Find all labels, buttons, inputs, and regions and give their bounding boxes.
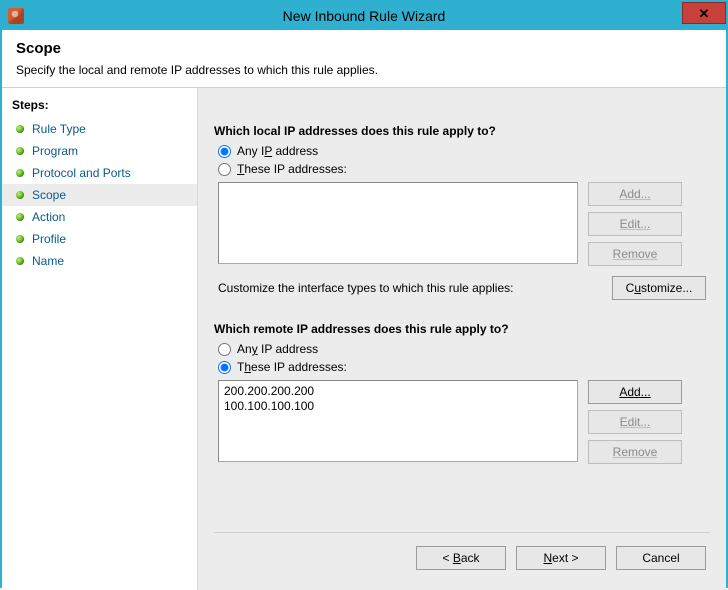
local-add-button[interactable]: Add... (588, 182, 682, 206)
step-protocol-and-ports[interactable]: Protocol and Ports (2, 162, 197, 184)
step-rule-type[interactable]: Rule Type (2, 118, 197, 140)
customize-text: Customize the interface types to which t… (218, 281, 513, 295)
step-label: Scope (32, 188, 66, 202)
local-any-radio[interactable] (218, 145, 231, 158)
steps-sidebar: Steps: Rule Type Program Protocol and Port… (2, 88, 198, 590)
local-these-radio-row[interactable]: These IP addresses: (218, 162, 710, 176)
step-program[interactable]: Program (2, 140, 197, 162)
page-title: Scope (16, 40, 712, 57)
remote-these-radio[interactable] (218, 361, 231, 374)
local-remove-button[interactable]: Remove (588, 242, 682, 266)
step-label: Name (32, 254, 64, 268)
customize-row: Customize the interface types to which t… (218, 276, 706, 300)
wizard-content: Which local IP addresses does this rule … (198, 88, 726, 590)
window-title: New Inbound Rule Wizard (2, 8, 726, 24)
step-profile[interactable]: Profile (2, 228, 197, 250)
wizard-footer: < Back Next > Cancel (214, 532, 710, 582)
remote-ip-group: 200.200.200.200100.100.100.100 Add... Ed… (218, 380, 710, 464)
step-label: Program (32, 144, 78, 158)
customize-button[interactable]: Customize... (612, 276, 706, 300)
remote-add-button[interactable]: Add... (588, 380, 682, 404)
remote-any-label: Any IP address (237, 342, 318, 356)
step-scope[interactable]: Scope (2, 184, 197, 206)
next-button[interactable]: Next > (516, 546, 606, 570)
remote-any-radio-row[interactable]: Any IP address (218, 342, 710, 356)
step-label: Rule Type (32, 122, 86, 136)
remote-these-label: These IP addresses: (237, 360, 347, 374)
local-edit-button[interactable]: Edit... (588, 212, 682, 236)
local-ip-group: Add... Edit... Remove (218, 182, 710, 266)
remote-remove-button[interactable]: Remove (588, 440, 682, 464)
ip-entry[interactable]: 100.100.100.100 (224, 399, 572, 414)
remote-ip-list[interactable]: 200.200.200.200100.100.100.100 (218, 380, 578, 462)
step-action[interactable]: Action (2, 206, 197, 228)
remote-these-radio-row[interactable]: These IP addresses: (218, 360, 710, 374)
wizard-header: Scope Specify the local and remote IP ad… (2, 30, 726, 88)
step-label: Action (32, 210, 65, 224)
remote-any-radio[interactable] (218, 343, 231, 356)
close-button[interactable]: ✕ (682, 2, 726, 24)
bullet-icon (16, 235, 24, 243)
ip-entry[interactable]: 200.200.200.200 (224, 384, 572, 399)
local-button-column: Add... Edit... Remove (588, 182, 682, 266)
remote-edit-button[interactable]: Edit... (588, 410, 682, 434)
remote-button-column: Add... Edit... Remove (588, 380, 682, 464)
close-icon: ✕ (699, 7, 710, 20)
bullet-icon (16, 125, 24, 133)
local-question: Which local IP addresses does this rule … (214, 124, 710, 138)
step-name[interactable]: Name (2, 250, 197, 272)
bullet-icon (16, 213, 24, 221)
local-any-label: Any IP address (237, 144, 318, 158)
bullet-icon (16, 169, 24, 177)
page-subtitle: Specify the local and remote IP addresse… (16, 63, 712, 77)
step-label: Protocol and Ports (32, 166, 131, 180)
remote-question: Which remote IP addresses does this rule… (214, 322, 710, 336)
cancel-button[interactable]: Cancel (616, 546, 706, 570)
bullet-icon (16, 257, 24, 265)
local-ip-list[interactable] (218, 182, 578, 264)
bullet-icon (16, 147, 24, 155)
local-these-radio[interactable] (218, 163, 231, 176)
step-label: Profile (32, 232, 66, 246)
local-these-label: These IP addresses: (237, 162, 347, 176)
steps-label: Steps: (2, 94, 197, 118)
local-any-radio-row[interactable]: Any IP address (218, 144, 710, 158)
back-button[interactable]: < Back (416, 546, 506, 570)
bullet-icon (16, 191, 24, 199)
titlebar: New Inbound Rule Wizard ✕ (2, 2, 726, 30)
wizard-body: Steps: Rule Type Program Protocol and Port… (2, 88, 726, 590)
